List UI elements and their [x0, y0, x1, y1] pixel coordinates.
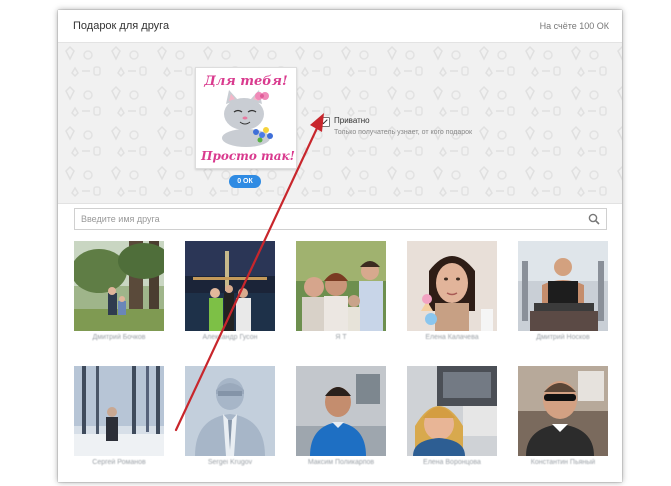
gift-price-badge: 0 ОК [229, 175, 261, 188]
friend-card[interactable]: Максим Поликарпов [296, 366, 386, 466]
gift-preview-area: Для тебя! Просто так! 0 ОК Приватно Толь… [58, 43, 622, 204]
friend-card[interactable]: Дмитрий Бочков [74, 241, 164, 341]
balance-label: На счёте 100 ОК [539, 21, 609, 31]
friend-photo [185, 241, 275, 331]
friend-name: Елена Воронцова [423, 459, 481, 466]
friend-photo [407, 366, 497, 456]
friend-search-input[interactable] [81, 212, 581, 226]
friend-card[interactable]: Елена Калачева [407, 241, 497, 341]
friend-card[interactable]: Александр Гусон [185, 241, 275, 341]
gift-dialog: Подарок для друга На счёте 100 ОК Для те… [58, 10, 622, 482]
friend-name: Константин Пьяный [530, 459, 596, 466]
gift-text-bottom: Просто так! [200, 149, 295, 163]
gift-text-top: Для тебя! [203, 74, 287, 89]
friend-name: Максим Поликарпов [307, 459, 375, 466]
friend-photo [74, 241, 164, 331]
private-label: Приватно [334, 116, 370, 125]
friend-name: Александр Гусон [202, 334, 258, 341]
friend-name: Дмитрий Носков [536, 334, 590, 341]
friend-photo [518, 241, 608, 331]
friend-photo [296, 366, 386, 456]
friend-card[interactable]: Sergei Krugov [185, 366, 275, 466]
friend-name: Я Т [335, 334, 347, 341]
friend-photo [74, 366, 164, 456]
private-checkbox[interactable] [320, 117, 330, 127]
cat-gift-image: Для тебя! Просто так! [200, 74, 295, 163]
friend-photo [296, 241, 386, 331]
dialog-title: Подарок для друга [73, 20, 170, 32]
friend-name: Сергей Романов [92, 459, 146, 466]
friend-card[interactable]: Елена Воронцова [407, 366, 497, 466]
friend-photo [518, 366, 608, 456]
gift-card[interactable]: Для тебя! Просто так! [195, 67, 297, 169]
friend-card[interactable]: Сергей Романов [74, 366, 164, 466]
friend-name: Sergei Krugov [207, 459, 253, 466]
friend-photo [407, 241, 497, 331]
friend-photo [185, 366, 275, 456]
friend-card[interactable]: Константин Пьяный [518, 366, 608, 466]
friend-name: Елена Калачева [425, 334, 479, 341]
private-hint: Только получатель узнает, от кого подаро… [334, 129, 473, 136]
friend-name: Дмитрий Бочков [92, 334, 146, 341]
dialog-header: Подарок для друга На счёте 100 ОК [58, 10, 622, 43]
friend-card[interactable]: Дмитрий Носков [518, 241, 608, 341]
friend-card[interactable]: Я Т [296, 241, 386, 341]
search-icon[interactable] [588, 213, 600, 225]
friend-search [74, 208, 607, 230]
